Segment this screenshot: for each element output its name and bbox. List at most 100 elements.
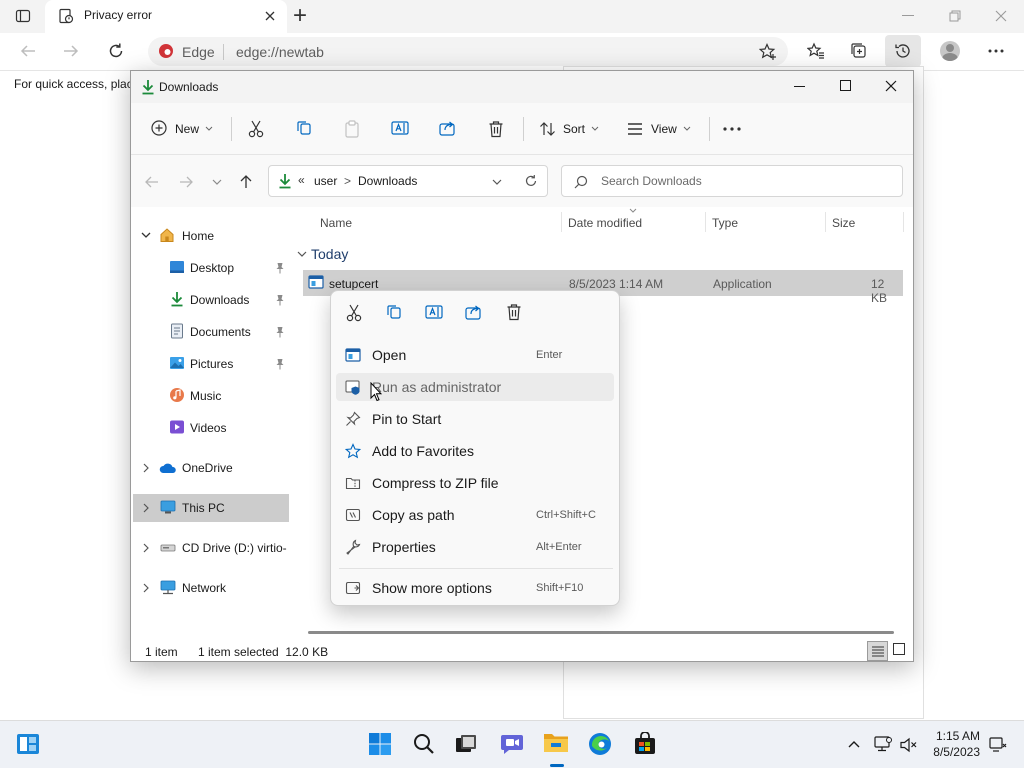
column-header-type[interactable]: Type [712, 216, 738, 230]
breadcrumb-refresh-icon[interactable] [524, 174, 538, 188]
menu-item-copy-as-path[interactable]: Copy as path Ctrl+Shift+C [336, 501, 614, 529]
ctx-cut-icon[interactable] [346, 304, 362, 322]
minimize-icon[interactable] [794, 86, 805, 87]
ctx-copy-icon[interactable] [386, 304, 402, 320]
pin-icon[interactable] [275, 358, 285, 370]
edge-taskbar-icon[interactable] [588, 732, 612, 756]
chat-icon[interactable] [500, 733, 524, 755]
column-header-name[interactable]: Name [320, 216, 352, 230]
expand-chevron-icon[interactable] [143, 583, 149, 593]
ctx-rename-icon[interactable] [425, 304, 443, 320]
search-taskbar-icon[interactable] [413, 733, 435, 755]
breadcrumb-overflow[interactable]: « [298, 173, 305, 187]
large-icons-view-button[interactable] [893, 643, 905, 655]
favorites-icon[interactable] [807, 42, 825, 60]
collections-icon[interactable] [850, 42, 868, 60]
clock-time[interactable]: 1:15 AM [920, 729, 980, 743]
nav-item-cd-drive[interactable]: CD Drive (D:) virtio- [133, 534, 289, 562]
pin-icon[interactable] [275, 326, 285, 338]
nav-item-videos[interactable]: Videos [133, 414, 289, 442]
notification-icon[interactable] [989, 736, 1007, 754]
breadcrumb-downloads[interactable]: Downloads [358, 174, 417, 188]
task-view-icon[interactable] [455, 734, 477, 754]
expand-chevron-icon[interactable] [143, 543, 149, 553]
file-name[interactable]: setupcert [329, 277, 378, 291]
nav-item-documents[interactable]: Documents [133, 318, 289, 346]
cut-icon[interactable] [248, 120, 264, 138]
nav-item-onedrive[interactable]: OneDrive [133, 454, 289, 482]
file-explorer-taskbar-icon[interactable] [542, 730, 570, 754]
column-separator[interactable] [825, 212, 826, 232]
profile-avatar[interactable] [940, 41, 960, 61]
group-header-today[interactable]: Today [311, 246, 348, 262]
refresh-icon[interactable] [107, 42, 125, 60]
details-view-button[interactable] [867, 641, 888, 661]
delete-icon[interactable] [488, 120, 504, 138]
nav-item-home[interactable]: Home [133, 222, 289, 250]
new-tab-button[interactable]: + [293, 2, 307, 30]
maximize-icon[interactable] [840, 80, 851, 91]
browser-tab[interactable] [45, 0, 287, 33]
group-collapse-icon[interactable] [297, 251, 307, 257]
address-url[interactable]: edge://newtab [236, 44, 324, 60]
add-favorite-icon[interactable] [759, 43, 777, 61]
ctx-share-icon[interactable] [465, 304, 483, 320]
store-taskbar-icon[interactable] [633, 732, 657, 756]
paste-icon[interactable] [344, 120, 360, 138]
volume-muted-icon[interactable] [900, 737, 918, 753]
nav-item-pictures[interactable]: Pictures [133, 350, 289, 378]
back-icon[interactable] [19, 43, 37, 59]
minimize-browser-icon[interactable] [902, 15, 914, 16]
breadcrumb-user[interactable]: user [314, 174, 337, 188]
close-browser-icon[interactable] [995, 10, 1007, 22]
nav-back-icon[interactable] [144, 175, 160, 189]
nav-forward-icon[interactable] [178, 175, 194, 189]
expand-chevron-icon[interactable] [143, 503, 149, 513]
column-header-size[interactable]: Size [832, 216, 855, 230]
menu-item-open[interactable]: Open Enter [336, 341, 614, 369]
history-icon[interactable] [894, 42, 912, 60]
more-options-icon[interactable] [723, 127, 741, 131]
close-tab-icon[interactable] [263, 9, 277, 23]
column-header-date-modified[interactable]: Date modified [568, 216, 642, 230]
ctx-delete-icon[interactable] [506, 303, 522, 321]
menu-item-compress-to-zip[interactable]: Compress to ZIP file [336, 469, 614, 497]
expand-chevron-icon[interactable] [143, 463, 149, 473]
clock-date[interactable]: 8/5/2023 [920, 745, 980, 759]
breadcrumb[interactable]: « user > Downloads [268, 165, 548, 197]
nav-item-network[interactable]: Network [133, 574, 289, 602]
column-separator[interactable] [903, 212, 904, 232]
start-button-icon[interactable] [369, 733, 391, 755]
forward-icon[interactable] [62, 43, 80, 59]
close-icon[interactable] [885, 80, 897, 92]
search-input[interactable]: Search Downloads [561, 165, 903, 197]
pin-icon[interactable] [275, 294, 285, 306]
nav-item-this-pc[interactable]: This PC [133, 494, 289, 522]
menu-item-add-to-favorites[interactable]: Add to Favorites [336, 437, 614, 465]
show-hidden-icons-chevron[interactable] [848, 740, 860, 748]
nav-item-music[interactable]: Music [133, 382, 289, 410]
column-separator[interactable] [705, 212, 706, 232]
restore-browser-icon[interactable] [949, 10, 961, 22]
column-separator[interactable] [561, 212, 562, 232]
settings-more-icon[interactable] [988, 49, 1004, 53]
pin-icon[interactable] [275, 262, 285, 274]
copy-icon[interactable] [296, 120, 312, 136]
nav-up-icon[interactable] [239, 174, 253, 190]
share-icon[interactable] [439, 120, 457, 136]
rename-icon[interactable] [391, 120, 409, 136]
nav-item-desktop[interactable]: Desktop [133, 254, 289, 282]
sort-button[interactable]: Sort [535, 115, 601, 143]
tab-actions-icon[interactable] [15, 8, 31, 24]
menu-item-pin-to-start[interactable]: Pin to Start [336, 405, 614, 433]
menu-item-show-more-options[interactable]: Show more options Shift+F10 [336, 574, 614, 602]
expand-chevron-icon[interactable] [141, 232, 151, 238]
new-button[interactable]: New [145, 115, 217, 143]
network-tray-icon[interactable] [874, 736, 892, 752]
widgets-icon[interactable] [16, 733, 40, 755]
horizontal-scrollbar[interactable] [308, 631, 894, 634]
view-button[interactable]: View [623, 115, 693, 143]
menu-item-properties[interactable]: Properties Alt+Enter [336, 533, 614, 561]
recent-chevron-icon[interactable] [212, 179, 222, 185]
nav-item-downloads[interactable]: Downloads [133, 286, 289, 314]
